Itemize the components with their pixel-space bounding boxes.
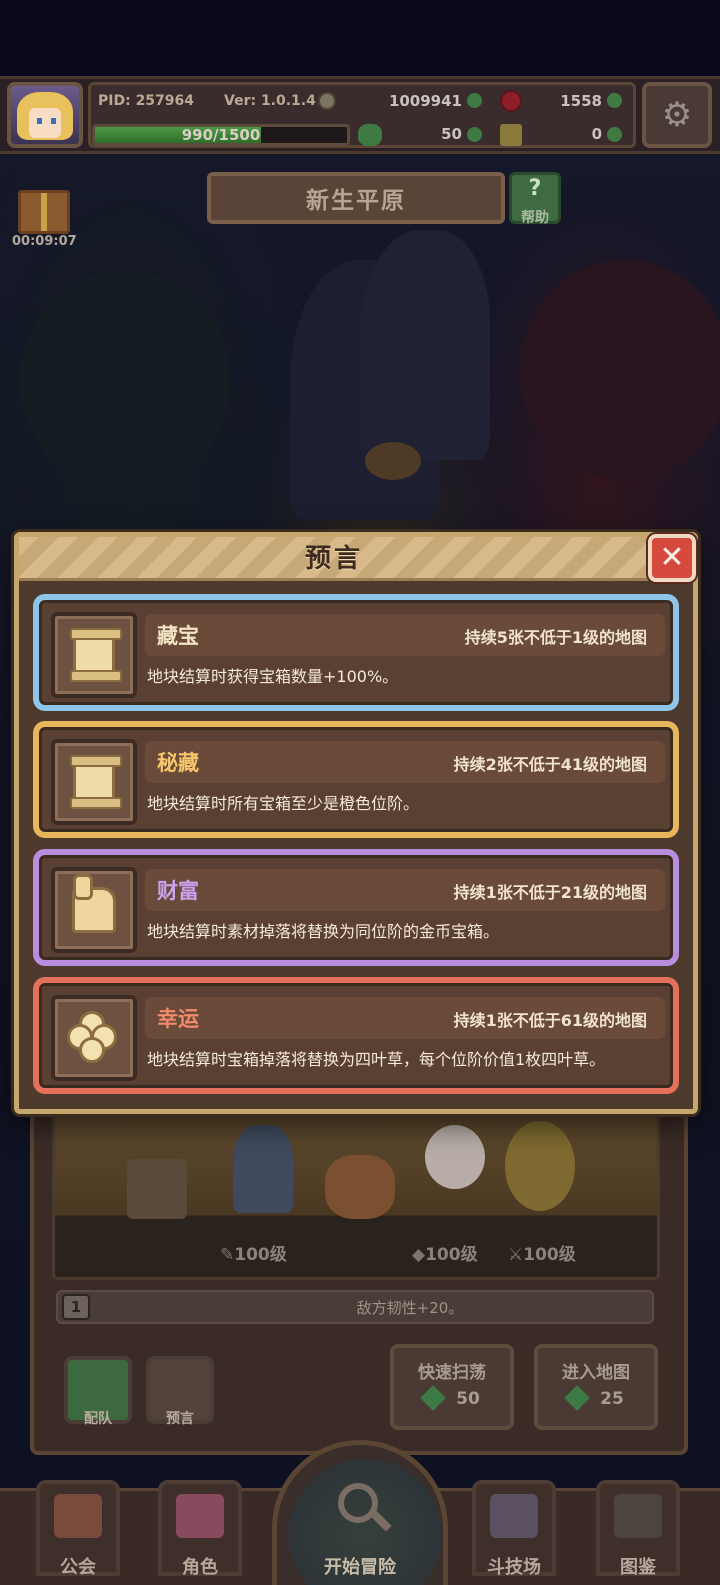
card-icon-frame	[51, 995, 137, 1081]
start-adventure-label: 开始冒险	[324, 1557, 396, 1578]
formation-label: 配队	[84, 1411, 112, 1427]
enter-map-label: 进入地图	[562, 1363, 630, 1383]
prophecy-label: 预言	[166, 1411, 194, 1427]
quick-sweep-label: 快速扫荡	[418, 1363, 486, 1383]
scroll-icon	[70, 628, 122, 682]
armor-level-value: 100级	[425, 1245, 478, 1265]
crossed-swords-icon	[490, 1494, 538, 1538]
card-description: 地块结算时所有宝箱至少是橙色位阶。	[147, 794, 420, 813]
version-label: Ver: 1.0.1.4	[224, 93, 316, 109]
shield-icon: ◆	[412, 1245, 426, 1265]
gold-coin-icon	[318, 92, 336, 110]
quick-sweep-button[interactable]: 快速扫荡 50	[390, 1344, 514, 1430]
card-name: 秘藏	[157, 751, 199, 775]
add-gem-icon[interactable]	[607, 93, 622, 108]
player-avatar[interactable]	[7, 82, 83, 148]
add-gold-icon[interactable]	[467, 93, 482, 108]
affix-text: 敌方韧性+20。	[356, 1299, 464, 1317]
modal-title: 预言	[304, 544, 363, 574]
hero-sprite	[233, 1125, 293, 1213]
card-duration: 持续5张不低于1级的地图	[464, 628, 647, 647]
quick-sweep-cost: 50	[456, 1389, 480, 1409]
help-label: 帮助	[521, 210, 549, 226]
xp-text: 990/1500	[181, 126, 261, 144]
prophecy-card[interactable]: 幸运 持续1张不低于61级的地图 地块结算时宝箱掉落将替换为四叶草，每个位阶价值…	[35, 979, 677, 1092]
card-description: 地块结算时素材掉落将替换为同位阶的金币宝箱。	[147, 922, 500, 941]
gear-icon: ⚙	[661, 95, 693, 135]
nav-character-label: 角色	[182, 1557, 218, 1578]
settings-button[interactable]: ⚙	[642, 82, 712, 148]
close-button[interactable]: ✕	[648, 534, 696, 582]
prophecy-card[interactable]: 藏宝 持续5张不低于1级的地图 地块结算时获得宝箱数量+100%。	[35, 596, 677, 709]
player-id: PID: 257964	[98, 93, 195, 109]
add-key-icon[interactable]	[607, 127, 622, 142]
formation-button[interactable]: 配队	[64, 1356, 132, 1427]
card-duration: 持续1张不低于61级的地图	[453, 1011, 647, 1030]
wrench-icon: ✎	[220, 1245, 235, 1265]
gem-amount: 1558	[560, 92, 602, 110]
gift-box-icon[interactable]	[18, 190, 70, 234]
guild-icon	[54, 1494, 102, 1538]
clover-amount: 50	[441, 125, 462, 143]
four-leaf-clover-icon	[358, 124, 382, 146]
clover-icon	[67, 1011, 119, 1063]
add-clover-icon[interactable]	[467, 127, 482, 142]
armor-level: ◆100级	[412, 1240, 478, 1265]
key-icon	[500, 124, 522, 146]
help-button[interactable]: ? 帮助	[509, 172, 561, 226]
nav-guild-label: 公会	[60, 1557, 96, 1578]
hero-sprite	[127, 1159, 187, 1219]
card-name: 财富	[157, 879, 199, 903]
map-title-banner: 新生平原	[207, 172, 505, 224]
key-amount: 0	[591, 125, 602, 143]
close-icon: ✕	[659, 540, 685, 575]
hero-sprite	[425, 1125, 485, 1189]
card-duration: 持续1张不低于21级的地图	[453, 883, 647, 902]
card-icon-frame	[51, 867, 137, 953]
hero-sprite	[505, 1121, 575, 1211]
clover-cost-icon	[420, 1385, 446, 1411]
sword-icon: ⚔	[508, 1245, 524, 1265]
card-icon-frame	[51, 612, 137, 698]
prophecy-card[interactable]: 财富 持续1张不低于21级的地图 地块结算时素材掉落将替换为同位阶的金币宝箱。	[35, 851, 677, 964]
weapon-level: ✎100级	[220, 1240, 287, 1265]
clover-cost-icon	[564, 1385, 590, 1411]
scroll-icon	[70, 755, 122, 809]
question-mark-icon: ?	[528, 176, 542, 201]
map-title: 新生平原	[306, 188, 406, 214]
prophecy-card[interactable]: 秘藏 持续2张不低于41级的地图 地块结算时所有宝箱至少是橙色位阶。	[35, 723, 677, 836]
card-description: 地块结算时获得宝箱数量+100%。	[147, 667, 399, 686]
sword-level: ⚔100级	[508, 1240, 576, 1265]
enter-map-cost: 25	[600, 1389, 624, 1409]
xp-bar: 990/1500	[92, 124, 350, 146]
prophecy-button[interactable]: 预言	[146, 1356, 214, 1427]
enter-map-button[interactable]: 进入地图 25	[534, 1344, 658, 1430]
card-name: 幸运	[157, 1007, 199, 1031]
card-duration: 持续2张不低于41级的地图	[453, 755, 647, 774]
thumbs-up-icon	[72, 874, 116, 933]
hero-sprite	[325, 1155, 395, 1219]
ruby-gem-icon	[500, 90, 522, 112]
character-icon	[176, 1494, 224, 1538]
gold-amount: 1009941	[388, 92, 462, 110]
modal-title-bar: 预言	[19, 537, 649, 581]
card-name: 藏宝	[157, 624, 199, 648]
sword-level-value: 100级	[523, 1245, 576, 1265]
weapon-level-value: 100级	[234, 1245, 287, 1265]
gift-timer: 00:09:07	[12, 234, 77, 249]
card-description: 地块结算时宝箱掉落将替换为四叶草，每个位阶价值1枚四叶草。	[147, 1050, 606, 1069]
codex-icon	[614, 1494, 662, 1538]
card-icon-frame	[51, 739, 137, 825]
nav-codex-label: 图鉴	[620, 1557, 656, 1578]
nav-arena-label: 斗技场	[487, 1557, 541, 1578]
affix-index: 1	[62, 1294, 90, 1320]
